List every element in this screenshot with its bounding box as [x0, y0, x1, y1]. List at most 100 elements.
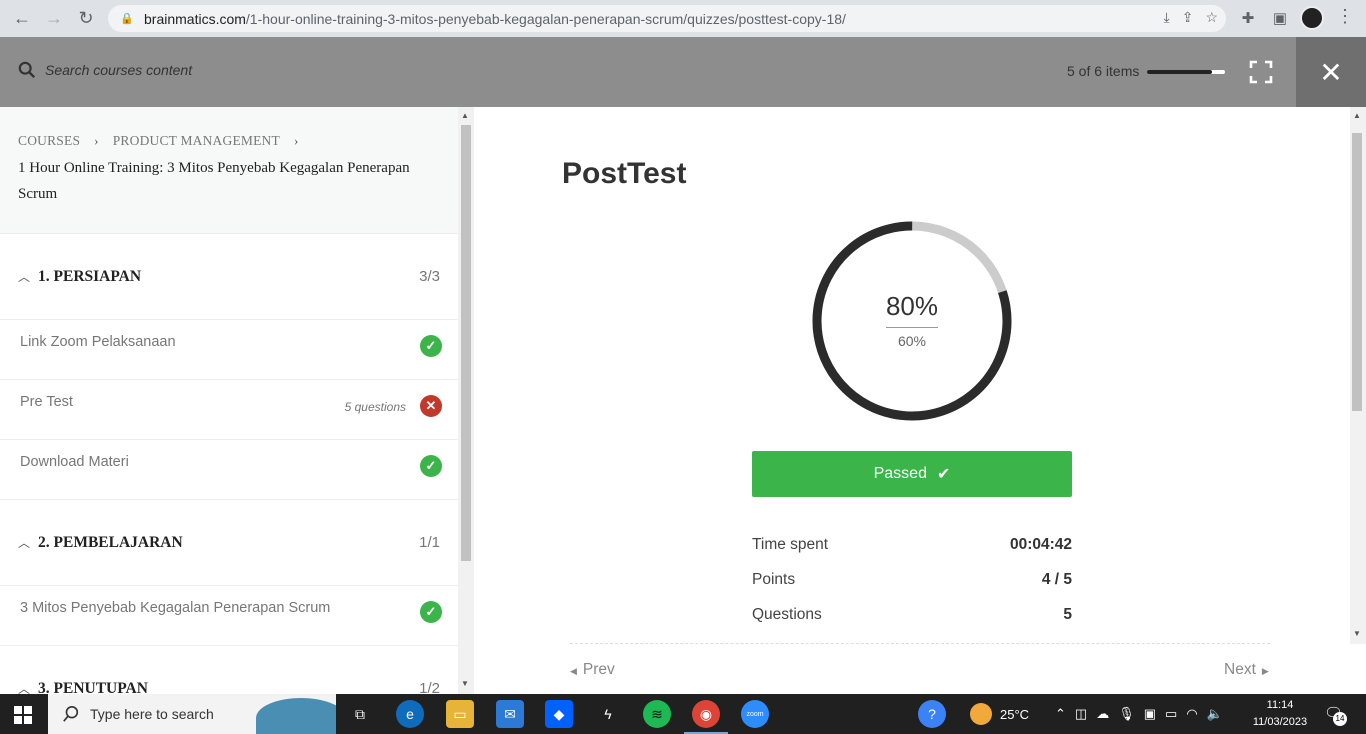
- caret-left-icon: ◀: [570, 666, 577, 676]
- caret-right-icon: ▶: [1261, 666, 1269, 676]
- main-scrollbar[interactable]: ▲ ▼: [1350, 107, 1366, 644]
- fullscreen-icon[interactable]: [1249, 60, 1273, 84]
- quiz-result-panel: PostTest 80% 60% Passed ✔ Time spent 00:…: [474, 107, 1350, 694]
- install-icon[interactable]: ⤓: [1164, 9, 1170, 26]
- reload-icon[interactable]: ↻: [72, 4, 100, 32]
- next-button[interactable]: Next ▶: [1224, 661, 1269, 679]
- chevron-right-icon: ›: [94, 133, 99, 148]
- chevron-right-icon: ›: [293, 133, 299, 148]
- lesson-item-download-materi[interactable]: Download Materi ✓: [0, 440, 458, 500]
- sidebar-scroll-thumb[interactable]: [461, 125, 471, 561]
- stat-label: Questions: [752, 606, 822, 623]
- forward-arrow-icon[interactable]: →: [40, 4, 68, 32]
- stat-value: 00:04:42: [1009, 536, 1072, 553]
- scroll-down-arrow-icon[interactable]: ▼: [461, 679, 469, 688]
- nav-divider: [570, 643, 1270, 644]
- sidebar-scrollbar[interactable]: ▲ ▼: [458, 107, 474, 694]
- search-input[interactable]: Search courses content: [45, 62, 192, 78]
- onedrive-cloud-icon[interactable]: ☁: [1096, 706, 1109, 722]
- windows-start-icon[interactable]: [14, 706, 32, 724]
- section-count: 1/2: [419, 680, 440, 694]
- spotify-icon[interactable]: ≋: [643, 700, 671, 728]
- lesson-label: Link Zoom Pelaksanaan: [20, 334, 176, 350]
- side-panel-icon[interactable]: ▣: [1268, 6, 1292, 30]
- prev-button[interactable]: ◀ Prev: [570, 661, 615, 679]
- wifi-icon[interactable]: ◠: [1186, 706, 1197, 722]
- scroll-up-arrow-icon[interactable]: ▲: [461, 111, 469, 120]
- course-progress-fill: [1147, 70, 1212, 74]
- section-count: 3/3: [419, 268, 440, 285]
- stat-value: 4 / 5: [1041, 571, 1072, 588]
- scroll-up-arrow-icon[interactable]: ▲: [1353, 111, 1361, 120]
- notification-center-icon[interactable]: 🗨 14: [1324, 704, 1347, 726]
- lesson-item-link-zoom[interactable]: Link Zoom Pelaksanaan ✓: [0, 320, 458, 380]
- search-highlight-art: [256, 698, 336, 734]
- main-scroll-thumb[interactable]: [1352, 133, 1362, 411]
- help-icon[interactable]: ?: [918, 700, 946, 728]
- weather-widget[interactable]: 25°C: [970, 694, 1029, 734]
- course-search[interactable]: Search courses content: [18, 61, 192, 79]
- zoom-icon[interactable]: zoom: [741, 700, 769, 728]
- prev-label: Prev: [582, 661, 615, 678]
- stat-label: Points: [752, 571, 796, 588]
- chevron-up-icon: ︿: [18, 682, 31, 694]
- extensions-puzzle-icon[interactable]: ✚: [1236, 6, 1260, 30]
- edge-browser-icon[interactable]: e: [396, 700, 424, 728]
- meet-now-icon[interactable]: ◫: [1075, 706, 1087, 722]
- course-header-bar: Search courses content 5 of 6 items ✕: [0, 37, 1366, 107]
- close-icon: ✕: [1319, 56, 1343, 88]
- curriculum-sidebar: COURSES › PRODUCT MANAGEMENT › 1 Hour On…: [0, 107, 458, 694]
- chrome-menu-icon[interactable]: ⋮: [1335, 6, 1355, 27]
- system-clock[interactable]: 11:14 11/03/2023: [1240, 697, 1320, 731]
- windows-taskbar: Type here to search ⧉ e ▭ ✉ ◆ ϟ ≋ ◉ zoom…: [0, 694, 1366, 734]
- lesson-item-pre-test[interactable]: Pre Test 5 questions ✕: [0, 380, 458, 440]
- stat-row-points: Points 4 / 5: [752, 571, 1072, 589]
- profile-avatar[interactable]: [1300, 6, 1324, 30]
- bookmark-star-icon[interactable]: ☆: [1205, 9, 1218, 26]
- section-count: 1/1: [419, 534, 440, 551]
- section-header-pembelajaran[interactable]: ︿ 2. PEMBELAJARAN 1/1: [0, 500, 458, 586]
- breadcrumb-courses[interactable]: COURSES: [18, 133, 80, 149]
- next-label: Next: [1224, 661, 1256, 678]
- passing-percent: 60%: [897, 333, 927, 349]
- course-title: 1 Hour Online Training: 3 Mitos Penyebab…: [18, 160, 410, 202]
- system-tray: ⌃ ◫ ☁ 🎙 ▣ ▭ ◠ 🔈: [1055, 694, 1223, 734]
- chevron-up-icon: ︿: [18, 536, 31, 550]
- breadcrumb-category[interactable]: PRODUCT MANAGEMENT: [113, 133, 280, 149]
- volume-icon[interactable]: 🔈: [1207, 706, 1223, 722]
- weather-sun-icon: [970, 703, 992, 725]
- share-icon[interactable]: ⇪: [1182, 9, 1194, 26]
- url-text: brainmatics.com/1-hour-online-training-3…: [144, 11, 846, 27]
- tray-chevron-up-icon[interactable]: ⌃: [1055, 706, 1066, 722]
- back-arrow-icon[interactable]: ←: [8, 4, 36, 32]
- close-course-button[interactable]: ✕: [1296, 37, 1366, 107]
- taskbar-search-text[interactable]: Type here to search: [90, 706, 214, 722]
- stat-value: 5: [1063, 606, 1072, 623]
- breadcrumb: COURSES › PRODUCT MANAGEMENT › 1 Hour On…: [0, 107, 458, 234]
- url-host: brainmatics.com: [144, 10, 246, 27]
- mail-icon[interactable]: ✉: [496, 700, 524, 728]
- section-header-penutupan[interactable]: ︿ 3. PENUTUPAN 1/2: [0, 646, 458, 695]
- battery-icon[interactable]: ▭: [1165, 706, 1177, 722]
- dropbox-icon[interactable]: ◆: [545, 700, 573, 728]
- taskbar-search-box[interactable]: Type here to search: [48, 694, 336, 734]
- stat-label: Time spent: [752, 536, 829, 553]
- app-bolt-icon[interactable]: ϟ: [594, 700, 622, 728]
- search-icon: [18, 61, 36, 79]
- chevron-up-icon: ︿: [18, 270, 31, 284]
- check-icon: ✔: [936, 466, 951, 483]
- section-header-persiapan[interactable]: ︿ 1. PERSIAPAN 3/3: [0, 234, 458, 320]
- status-label: Passed: [873, 465, 927, 482]
- section-title: 1. PERSIAPAN: [38, 267, 142, 285]
- microphone-icon[interactable]: 🎙: [1118, 706, 1135, 722]
- lock-icon: 🔒: [120, 12, 134, 25]
- percent-divider: [886, 327, 938, 328]
- scroll-down-arrow-icon[interactable]: ▼: [1353, 629, 1361, 638]
- address-bar[interactable]: 🔒 brainmatics.com/1-hour-online-training…: [108, 5, 1226, 32]
- file-explorer-icon[interactable]: ▭: [446, 700, 474, 728]
- failed-x-icon: ✕: [420, 395, 442, 417]
- tray-app-icon[interactable]: ▣: [1144, 706, 1156, 722]
- chrome-icon[interactable]: ◉: [692, 700, 720, 728]
- task-view-icon[interactable]: ⧉: [346, 700, 374, 728]
- lesson-item-3-mitos[interactable]: 3 Mitos Penyebab Kegagalan Penerapan Scr…: [0, 586, 458, 646]
